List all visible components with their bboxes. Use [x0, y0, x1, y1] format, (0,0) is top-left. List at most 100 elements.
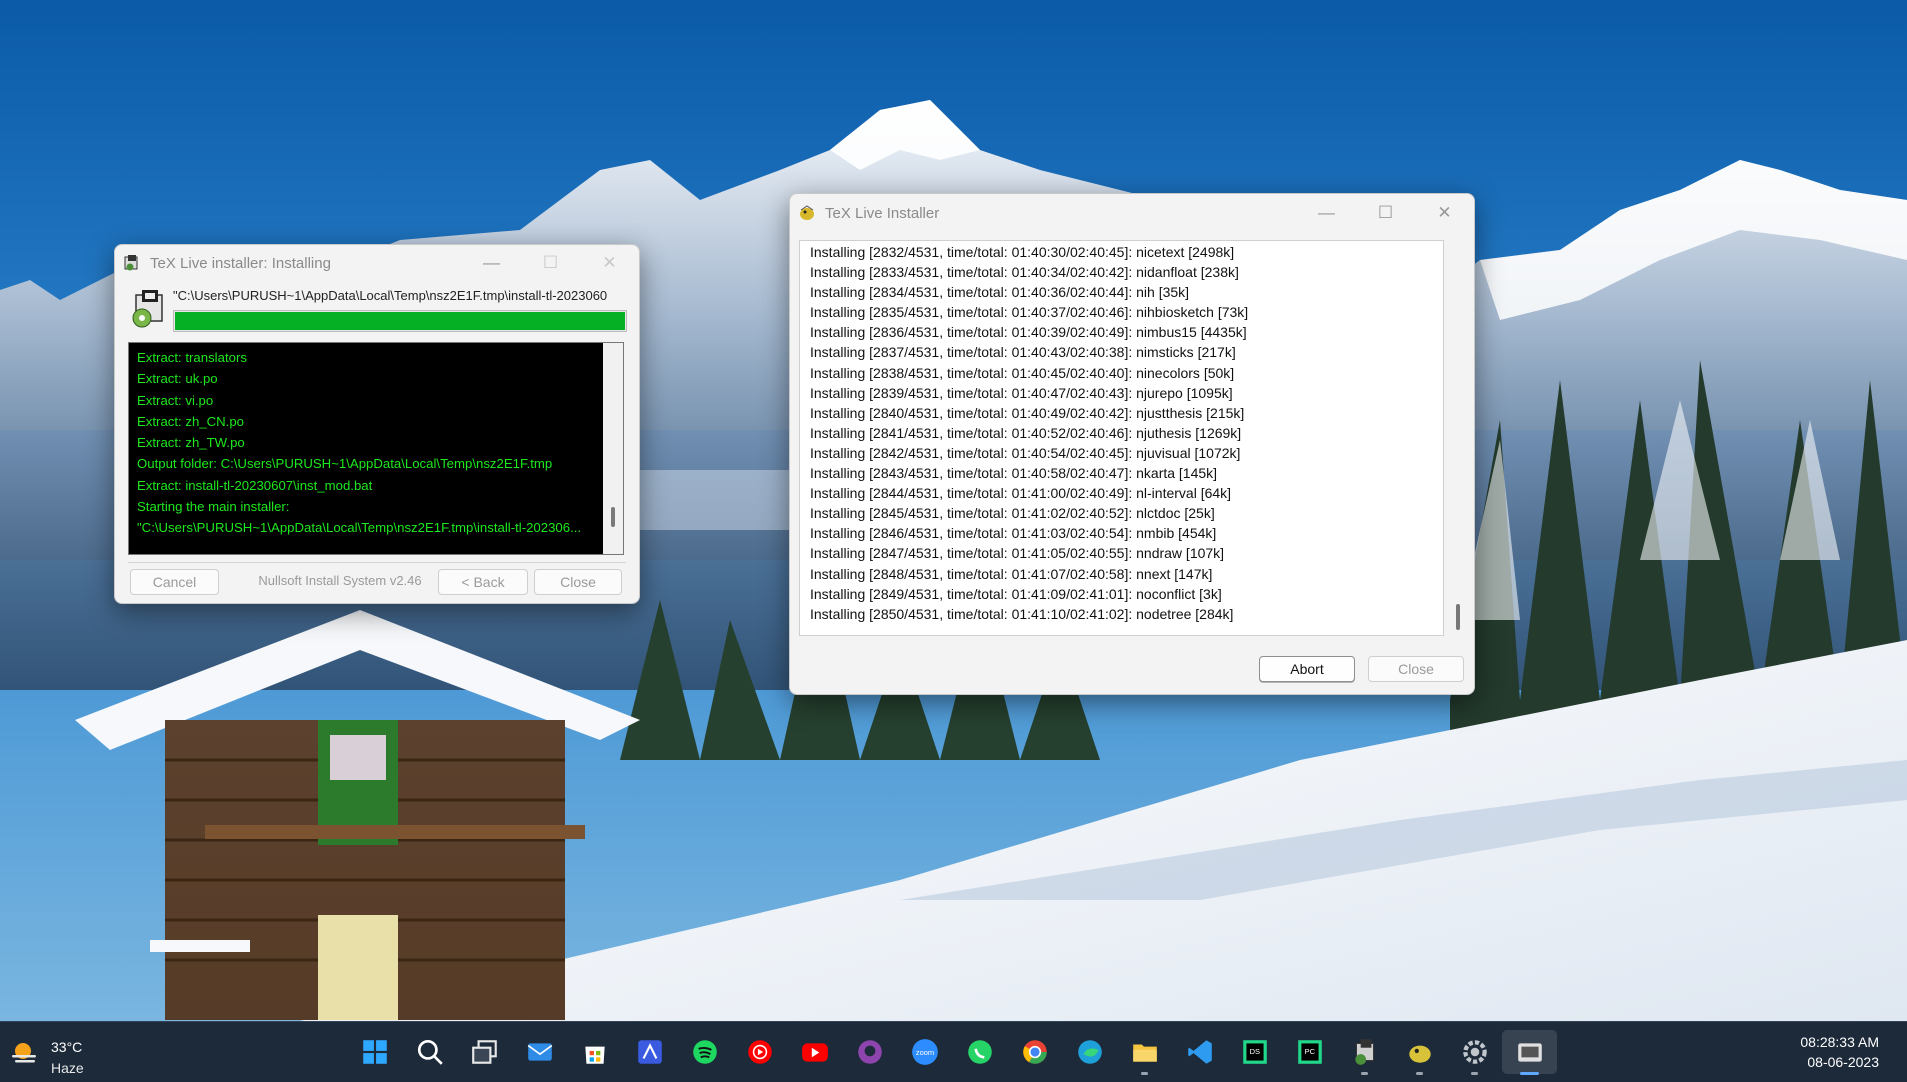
taskbar-mail-button[interactable]: [512, 1030, 567, 1074]
taskbar-microsoft-store-button[interactable]: [567, 1030, 622, 1074]
taskbar-spotify-button[interactable]: [677, 1030, 732, 1074]
tex-live-icon: [1408, 1045, 1431, 1063]
install-log-line: Installing [2844/4531, time/total: 01:41…: [810, 485, 1232, 502]
taskbar-pycharm-button[interactable]: PC: [1282, 1030, 1337, 1074]
whiteboard-icon: [637, 1040, 662, 1064]
taskbar-github-button[interactable]: [842, 1030, 897, 1074]
taskbar-search-button[interactable]: [402, 1030, 457, 1074]
taskbar-edge-button[interactable]: [1062, 1030, 1117, 1074]
svg-text:DS: DS: [1249, 1047, 1259, 1056]
installer-package-icon: [132, 290, 163, 328]
install-log-line: Installing [2837/4531, time/total: 01:40…: [810, 344, 1236, 361]
install-log-line: Installing [2839/4531, time/total: 01:40…: [810, 384, 1233, 401]
nsis-installer-window: TeX Live installer: Installing — ☐ ✕ "C:…: [114, 244, 640, 604]
install-log-line: Installing [2842/4531, time/total: 01:40…: [810, 444, 1241, 461]
nsis-window-title: TeX Live installer: Installing: [150, 254, 331, 272]
taskbar-zoom-button[interactable]: zoom: [897, 1030, 952, 1074]
minimize-button[interactable]: —: [462, 245, 521, 281]
search-icon: [417, 1039, 443, 1065]
minimize-icon: —: [483, 253, 500, 272]
taskbar-youtube-music-button[interactable]: [732, 1030, 787, 1074]
taskbar-whatsapp-button[interactable]: [952, 1030, 1007, 1074]
taskbar-settings-button[interactable]: [1447, 1030, 1502, 1075]
log-line: Extract: uk.po: [137, 371, 218, 387]
tl-close-window-button[interactable]: ✕: [1415, 194, 1474, 232]
taskbar-tex-live-button[interactable]: [1392, 1030, 1447, 1075]
taskbar-task-view-button[interactable]: [457, 1030, 512, 1074]
pycharm-icon: PC: [1297, 1040, 1322, 1064]
system-clock[interactable]: 08:28:33 AM 08-06-2023: [1800, 1032, 1879, 1072]
tl-maximize-button[interactable]: ☐: [1356, 194, 1415, 232]
log-line: Output folder: C:\Users\PURUSH~1\AppData…: [137, 456, 553, 472]
install-path-text: "C:\Users\PURUSH~1\AppData\Local\Temp\ns…: [173, 288, 608, 303]
log-scrollbar-thumb[interactable]: [1456, 604, 1460, 630]
tex-live-app-icon: [800, 205, 814, 220]
mail-icon: [527, 1043, 552, 1061]
taskbar-whiteboard-button[interactable]: [622, 1030, 677, 1074]
microsoft-store-icon: [584, 1046, 605, 1064]
nsis-close-button[interactable]: Close: [534, 569, 622, 595]
installer-app-icon: [124, 255, 138, 271]
tl-titlebar[interactable]: TeX Live Installer — ☐ ✕: [790, 194, 1474, 232]
settings-icon: [1462, 1040, 1487, 1064]
install-log-line: Installing [2833/4531, time/total: 01:40…: [810, 264, 1239, 281]
install-log-line: Installing [2838/4531, time/total: 01:40…: [810, 364, 1235, 381]
taskbar-tex-installer-button[interactable]: [1337, 1030, 1392, 1075]
edge-icon: [1077, 1040, 1102, 1064]
tl-close-button[interactable]: Close: [1368, 656, 1464, 682]
camera-app-icon: [1517, 1043, 1542, 1062]
taskbar-start-button[interactable]: [347, 1030, 402, 1074]
running-indicator: [1141, 1072, 1148, 1075]
running-indicator: [1361, 1072, 1368, 1075]
minimize-icon: —: [1318, 203, 1335, 222]
abort-button[interactable]: Abort: [1259, 656, 1355, 682]
maximize-button[interactable]: ☐: [521, 245, 580, 281]
tex-installer-icon: [1354, 1039, 1374, 1065]
haze-sun-icon: [12, 1043, 36, 1063]
tl-minimize-button[interactable]: —: [1297, 194, 1356, 232]
install-log-line: Installing [2834/4531, time/total: 01:40…: [810, 284, 1190, 301]
vscode-icon: [1187, 1040, 1212, 1064]
file-explorer-icon: [1132, 1044, 1157, 1062]
install-log-line: Installing [2836/4531, time/total: 01:40…: [810, 324, 1247, 341]
dataspell-icon: DS: [1242, 1040, 1267, 1064]
taskbar-chrome-button[interactable]: [1007, 1030, 1062, 1074]
spotify-icon: [692, 1040, 717, 1064]
log-scrollbar[interactable]: [603, 343, 623, 554]
youtube-icon: [801, 1043, 828, 1062]
install-log-line: Installing [2850/4531, time/total: 01:41…: [810, 605, 1234, 622]
install-log-panel[interactable]: Installing [2832/4531, time/total: 01:40…: [799, 240, 1444, 636]
back-button[interactable]: < Back: [438, 569, 528, 595]
install-progress-bar: [173, 310, 627, 332]
clock-date: 08-06-2023: [1807, 1054, 1879, 1070]
log-line: Extract: translators: [137, 350, 247, 365]
install-log-line: Installing [2840/4531, time/total: 01:40…: [810, 404, 1245, 421]
taskbar-app-icons: zoom DS PC: [347, 1030, 1557, 1075]
install-progress-fill: [175, 312, 625, 330]
taskbar-dataspell-button[interactable]: DS: [1227, 1030, 1282, 1074]
install-log-line: Installing [2847/4531, time/total: 01:41…: [810, 545, 1225, 562]
taskbar-youtube-button[interactable]: [787, 1030, 842, 1074]
nsis-titlebar[interactable]: TeX Live installer: Installing — ☐ ✕: [115, 245, 639, 281]
task-view-icon: [471, 1040, 497, 1064]
weather-widget[interactable]: 33°C Haze: [10, 1030, 100, 1076]
install-log-line: Installing [2841/4531, time/total: 01:40…: [810, 424, 1242, 441]
svg-text:zoom: zoom: [915, 1048, 933, 1057]
close-icon: ✕: [1437, 203, 1452, 222]
install-log-line: Installing [2843/4531, time/total: 01:40…: [810, 465, 1218, 482]
install-details-log[interactable]: Extract: translators Extract: uk.po Extrac…: [128, 342, 624, 555]
install-log-line: Installing [2845/4531, time/total: 01:41…: [810, 505, 1215, 522]
log-line: Extract: zh_TW.po: [137, 435, 245, 451]
taskbar-vscode-button[interactable]: [1172, 1030, 1227, 1074]
clock-time: 08:28:33 AM: [1800, 1034, 1879, 1050]
taskbar-camera-app-button[interactable]: [1502, 1030, 1557, 1075]
weather-condition: Haze: [51, 1060, 84, 1076]
log-scrollbar-thumb[interactable]: [611, 507, 615, 527]
nsis-branding-text: Nullsoft Install System v2.46: [258, 573, 422, 588]
whatsapp-icon: [967, 1040, 992, 1064]
maximize-icon: ☐: [1377, 203, 1394, 222]
close-window-button[interactable]: ✕: [580, 245, 639, 281]
cancel-button[interactable]: Cancel: [130, 569, 219, 595]
taskbar-file-explorer-button[interactable]: [1117, 1030, 1172, 1075]
log-line: Extract: install-tl-20230607\inst_mod.ba…: [137, 477, 373, 493]
